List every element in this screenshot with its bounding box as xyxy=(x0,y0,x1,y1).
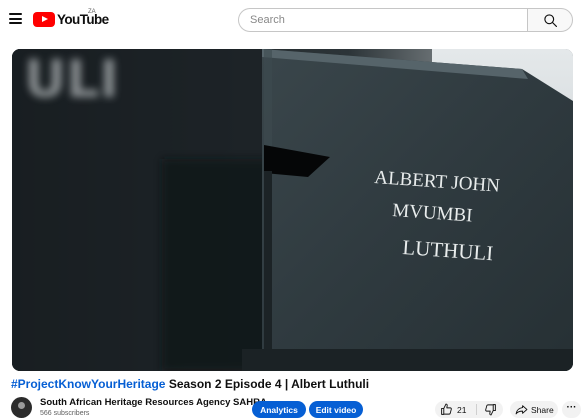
masthead: YouTube ZA xyxy=(0,0,585,40)
edit-video-button[interactable]: Edit video xyxy=(309,401,363,418)
like-button[interactable]: 21 xyxy=(435,401,476,418)
menu-icon[interactable] xyxy=(9,13,22,24)
blurred-text: ULI xyxy=(24,50,119,110)
title-hashtag-link[interactable]: #ProjectKnowYourHeritage xyxy=(11,377,165,391)
thumbs-down-icon xyxy=(485,404,496,416)
search-box xyxy=(238,8,527,32)
logo-text: YouTube xyxy=(57,11,109,27)
video-title: #ProjectKnowYourHeritage Season 2 Episod… xyxy=(11,377,369,391)
dislike-button[interactable] xyxy=(478,401,503,418)
video-player[interactable]: ULI ALBERT JOHN MVUMBI LUTHULI xyxy=(12,49,573,371)
like-dislike-group: 21 xyxy=(435,401,503,418)
video-frame: ULI ALBERT JOHN MVUMBI LUTHULI xyxy=(12,49,573,371)
share-button[interactable]: Share xyxy=(510,401,558,418)
search-icon xyxy=(544,14,557,27)
channel-avatar[interactable] xyxy=(11,397,32,418)
more-actions-button[interactable]: ··· xyxy=(562,401,581,418)
thumbs-up-icon xyxy=(441,403,452,415)
share-icon xyxy=(515,405,528,415)
like-divider xyxy=(476,404,477,415)
share-label: Share xyxy=(531,404,554,415)
title-text: Season 2 Episode 4 | Albert Luthuli xyxy=(165,377,370,391)
channel-name[interactable]: South African Heritage Resources Agency … xyxy=(40,397,267,408)
youtube-logo[interactable]: YouTube xyxy=(33,11,109,27)
search-button[interactable] xyxy=(527,8,573,32)
youtube-logo-icon xyxy=(33,11,55,27)
country-code: ZA xyxy=(88,9,96,15)
like-count: 21 xyxy=(457,404,467,415)
search-input[interactable] xyxy=(250,14,510,26)
analytics-button[interactable]: Analytics xyxy=(252,401,306,418)
